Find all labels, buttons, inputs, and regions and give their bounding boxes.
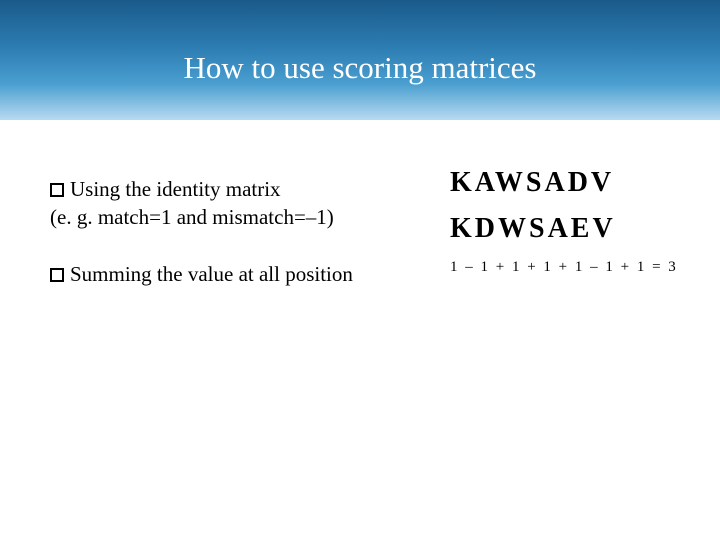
title-band: How to use scoring matrices (0, 0, 720, 120)
sequences-column: KAWSADV KDWSAEV 1 – 1 + 1 + 1 + 1 – 1 + … (450, 167, 700, 276)
calculation-line: 1 – 1 + 1 + 1 + 1 – 1 + 1 = 3 (450, 259, 700, 276)
slide-title: How to use scoring matrices (184, 50, 537, 86)
bullet-item-2: Summing the value at all position (50, 260, 410, 288)
bullet-subtext: (e. g. match=1 and mismatch=–1) (50, 205, 334, 229)
sequence-2: KDWSAEV (450, 213, 700, 245)
bullet-text: Using the identity matrix (70, 177, 281, 201)
bullets-column: Using the identity matrix (e. g. match=1… (50, 175, 410, 316)
square-bullet-icon (50, 183, 64, 197)
bullet-text: Summing the value at all position (70, 262, 353, 286)
square-bullet-icon (50, 268, 64, 282)
bullet-item-1: Using the identity matrix (e. g. match=1… (50, 175, 410, 232)
sequence-1: KAWSADV (450, 167, 700, 199)
